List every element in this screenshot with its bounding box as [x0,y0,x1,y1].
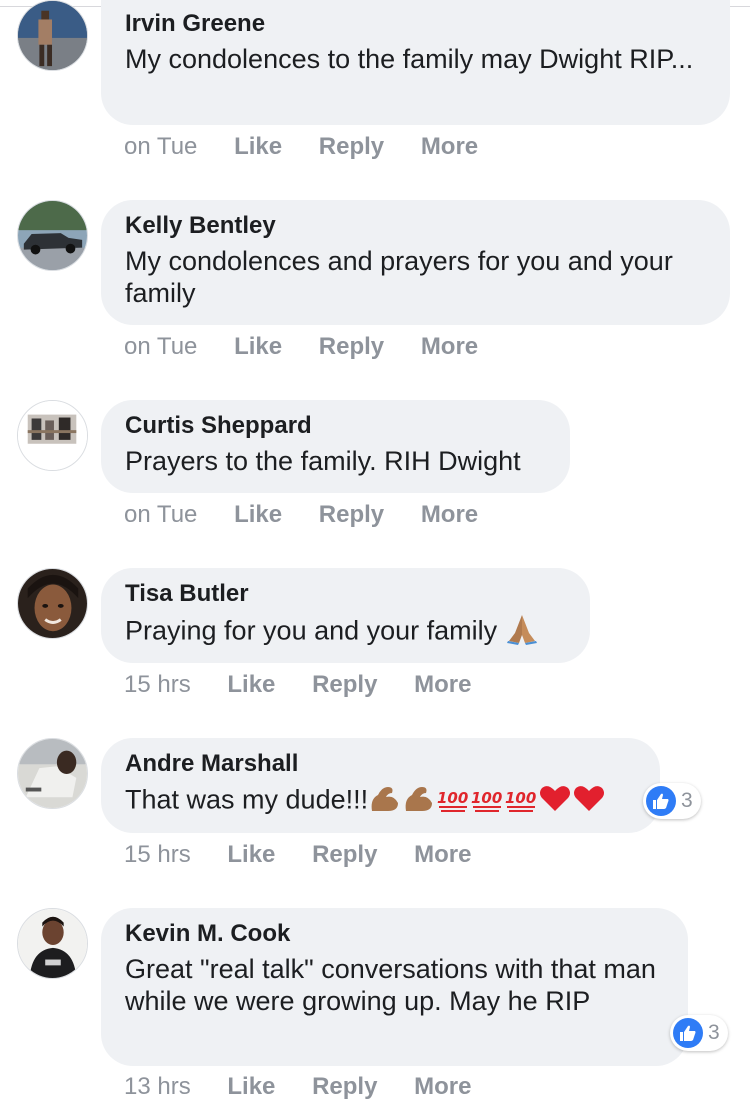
comment-actions: on Tue Like Reply More [124,501,508,529]
avatar-photo [18,569,87,638]
flexed-biceps-icon [402,783,436,820]
avatar[interactable] [17,400,88,471]
reply-link[interactable]: Reply [312,841,377,869]
hundred-points-icon: 100 [470,783,504,820]
comment-text: My condolences to the family may Dwight … [125,44,694,74]
thumbs-up-icon [673,1018,703,1048]
red-heart-icon [572,783,606,820]
more-link[interactable]: More [414,671,471,699]
comment-bubble: Tisa Butler Praying for you and your fam… [101,568,590,663]
comment-bubble: Andre Marshall That was my dude!!! 100 1… [101,738,660,833]
avatar[interactable] [17,568,88,639]
like-link[interactable]: Like [234,333,282,361]
comment-timestamp[interactable]: 13 hrs [124,1073,191,1101]
comment-text-body: Praying for you and your family [125,615,498,646]
comment-timestamp[interactable]: on Tue [124,333,197,361]
like-link[interactable]: Like [227,841,275,869]
comment-text: Praying for you and your family [125,613,566,652]
avatar-photo [18,401,87,470]
svg-text:100: 100 [505,789,536,807]
commenter-name[interactable]: Kevin M. Cook [125,919,664,949]
comment-actions: 13 hrs Like Reply More [124,1073,501,1101]
comment-actions: on Tue Like Reply More [124,333,508,361]
more-link[interactable]: More [421,501,478,529]
reply-link[interactable]: Reply [312,671,377,699]
svg-text:100: 100 [437,789,468,807]
avatar[interactable] [17,200,88,271]
comment-timestamp[interactable]: on Tue [124,501,197,529]
more-link[interactable]: More [414,1073,471,1101]
like-link[interactable]: Like [227,1073,275,1101]
like-link[interactable]: Like [227,671,275,699]
comment-actions: on Tue Like Reply More [124,133,508,161]
commenter-name[interactable]: Tisa Butler [125,579,566,609]
comment-text-body: That was my dude!!! [125,784,369,815]
comment-actions: 15 hrs Like Reply More [124,841,501,869]
avatar[interactable] [17,0,88,71]
reply-link[interactable]: Reply [319,333,384,361]
reply-link[interactable]: Reply [319,133,384,161]
commenter-name[interactable]: Andre Marshall [125,749,636,779]
like-link[interactable]: Like [234,133,282,161]
more-link[interactable]: More [414,841,471,869]
more-link[interactable]: More [421,333,478,361]
thumbs-up-icon [646,786,676,816]
hundred-points-icon: 100 [504,783,538,820]
comment-text: Great "real talk" conversations with tha… [125,954,656,1016]
reaction-count: 3 [708,1021,720,1044]
comment-timestamp[interactable]: 15 hrs [124,671,191,699]
svg-text:100: 100 [471,789,502,807]
comment-text: Prayers to the family. RIH Dwight [125,446,521,476]
commenter-name[interactable]: Irvin Greene [125,9,706,39]
avatar-photo [18,909,87,978]
avatar[interactable] [17,738,88,809]
like-link[interactable]: Like [234,501,282,529]
comment-actions: 15 hrs Like Reply More [124,671,501,699]
comment-bubble: Curtis Sheppard Prayers to the family. R… [101,400,570,493]
praying-hands-icon [505,613,539,652]
avatar-photo [18,739,87,808]
comment-bubble: Kelly Bentley My condolences and prayers… [101,200,730,325]
avatar[interactable] [17,908,88,979]
comment-text: That was my dude!!! 100 100 100 [125,783,636,820]
comment-bubble: Kevin M. Cook Great "real talk" conversa… [101,908,688,1066]
avatar-photo [18,1,87,70]
flexed-biceps-icon [368,783,402,820]
red-heart-icon [538,783,572,820]
reaction-summary[interactable]: 3 [670,1015,728,1051]
reply-link[interactable]: Reply [319,501,384,529]
commenter-name[interactable]: Curtis Sheppard [125,411,546,441]
comment-text: My condolences and prayers for you and y… [125,246,673,308]
commenter-name[interactable]: Kelly Bentley [125,211,706,241]
comment-timestamp[interactable]: on Tue [124,133,197,161]
hundred-points-icon: 100 [436,783,470,820]
avatar-photo [18,201,87,270]
comment-bubble: Irvin Greene My condolences to the famil… [101,0,730,125]
more-link[interactable]: More [421,133,478,161]
comment-timestamp[interactable]: 15 hrs [124,841,191,869]
reaction-count: 3 [681,789,693,812]
reply-link[interactable]: Reply [312,1073,377,1101]
reaction-summary[interactable]: 3 [643,783,701,819]
